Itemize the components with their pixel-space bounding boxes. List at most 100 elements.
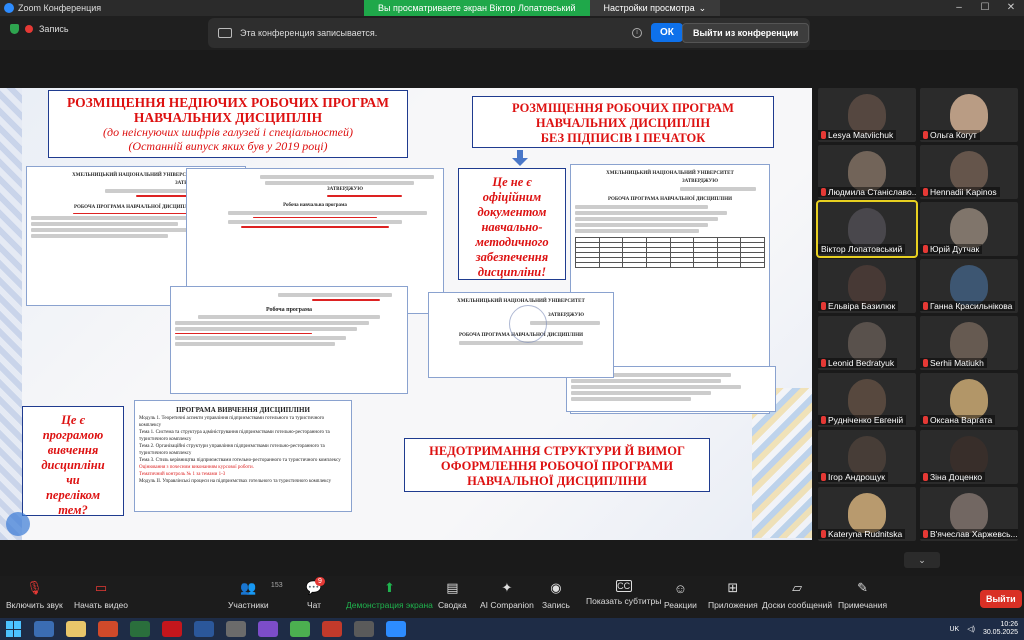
volume-icon[interactable]: ◁) (967, 625, 975, 633)
callout-3-line: документом (477, 205, 547, 219)
doc-program-item: Оцінювання з почесним виконанням курсово… (139, 465, 254, 470)
microphone-muted-icon (923, 416, 928, 424)
accessibility-icon[interactable] (6, 512, 30, 536)
window-controls: – ☐ ✕ (946, 0, 1024, 16)
exit-button[interactable]: Выйти (980, 590, 1022, 608)
doc-program-item: Тематичний контроль № 1 за темами 1-3 (139, 472, 226, 477)
participant-tile[interactable]: Ельвіра Базилюк (818, 259, 916, 313)
subtitles-button[interactable]: CC Показать субтитры (586, 580, 661, 606)
windows-start-icon[interactable] (6, 621, 22, 637)
participant-video (848, 322, 886, 362)
participants-label: Участники (228, 600, 269, 610)
participant-name: Leonid Bedratyuk (818, 358, 898, 368)
info-icon[interactable]: i (632, 28, 642, 38)
participant-tile[interactable]: Lesya Matviichuk (818, 88, 916, 142)
doc-underline (327, 195, 402, 197)
participant-tile[interactable]: Юрій Дутчак (920, 202, 1018, 256)
notes-label: Примечания (838, 600, 888, 610)
participant-video (950, 208, 988, 248)
subtitles-label: Показать субтитры (586, 596, 662, 606)
doc-line (575, 223, 708, 227)
view-settings-button[interactable]: Настройки просмотра ⌄ (589, 0, 721, 16)
apps-label: Приложения (708, 600, 758, 610)
callout-2-line-3: БЕЗ ПІДПИСІВ І ПЕЧАТОК (540, 131, 706, 145)
whiteboards-button[interactable]: ▱ Доски сообщений (762, 580, 832, 610)
ie-icon[interactable] (34, 621, 54, 637)
participant-name-text: Serhii Matiukh (930, 358, 984, 368)
doc-underline (240, 226, 390, 228)
callout-box-1: РОЗМІЩЕННЯ НЕДІЮЧИХ РОБОЧИХ ПРОГРАМ НАВЧ… (48, 90, 408, 158)
chrome-icon[interactable] (290, 621, 310, 637)
app-icon[interactable] (226, 621, 246, 637)
folder-icon[interactable] (66, 621, 86, 637)
chat-button[interactable]: 💬 9 Чат (306, 577, 325, 610)
apps-button[interactable]: ⊞ Приложения (708, 580, 758, 610)
doc-line (31, 234, 168, 238)
gallery-next-icon[interactable]: ⌄ (904, 552, 940, 568)
participant-name-text: Оксана Варгата (930, 415, 993, 425)
participant-tile[interactable]: Віктор Лопатовський (816, 200, 918, 258)
share-screen-icon: ⬆ (383, 580, 395, 595)
callout-1-line-2: НАВЧАЛЬНИХ ДИСЦИПЛІН (133, 110, 323, 125)
leave-meeting-button[interactable]: Выйти из конференции (682, 23, 810, 43)
participant-tile[interactable]: Hennadii Kapinos (920, 145, 1018, 199)
notes-button[interactable]: ✎ Примечания (838, 580, 887, 610)
app-red-icon[interactable] (322, 621, 342, 637)
callout-1-line-3: (до неіснуючих шифрів галузей і спеціаль… (103, 125, 353, 139)
minimize-icon[interactable]: – (946, 0, 972, 16)
close-icon[interactable]: ✕ (998, 0, 1024, 16)
participant-tile[interactable]: Людмила Станіславо... (818, 145, 916, 199)
unmute-button[interactable]: 🎙 Включить звук (6, 580, 63, 610)
doc-line (31, 222, 178, 226)
callout-3-line: дисципліни! (477, 265, 547, 279)
doc-line (575, 205, 708, 209)
record-button[interactable]: ◉ Запись (542, 580, 570, 610)
participant-video (848, 379, 886, 419)
microphone-muted-icon (821, 188, 826, 196)
participant-tile[interactable]: Оксана Варгата (920, 373, 1018, 427)
reactions-button[interactable]: ☺ Реакции (664, 580, 697, 611)
record-dot-icon (25, 25, 33, 33)
ai-companion-button[interactable]: ✦ AI Companion (480, 580, 534, 610)
summary-button[interactable]: ▤ Сводка (438, 580, 467, 610)
maximize-icon[interactable]: ☐ (972, 0, 998, 16)
clock[interactable]: 10:26 30.05.2025 (983, 621, 1018, 637)
share-screen-button[interactable]: ⬆ Демонстрация экрана (346, 580, 433, 610)
doc-line (265, 181, 415, 185)
participant-tile[interactable]: Ольга Когут (920, 88, 1018, 142)
participants-button[interactable]: 👥 153 Участники (228, 580, 283, 610)
participant-tile[interactable]: Рудніченко Евгеній (818, 373, 916, 427)
participant-tile[interactable]: Зіна Доценко (920, 430, 1018, 484)
participant-gallery: Lesya Matviichuk Ольга Когут Людмила Стані… (816, 88, 1024, 548)
participant-video (848, 151, 886, 191)
microphone-muted-icon (923, 245, 928, 253)
language-indicator[interactable]: UK (950, 626, 960, 633)
notes-icon: ✎ (857, 580, 868, 595)
participant-tile[interactable]: В'ячеслав Харжевсь... (920, 487, 1018, 541)
participant-tile[interactable]: Ганна Красильнікова (920, 259, 1018, 313)
chat-badge: 9 (315, 577, 325, 586)
doc-line (575, 229, 699, 233)
app-gray-icon[interactable] (354, 621, 374, 637)
participants-count: 153 (270, 582, 283, 589)
powerpoint-icon[interactable] (98, 621, 118, 637)
participant-tile[interactable]: Ігор Андрощук (818, 430, 916, 484)
ok-button[interactable]: ОК (651, 23, 683, 42)
word-icon[interactable] (130, 621, 150, 637)
start-video-button[interactable]: ▭ Начать видео (74, 580, 128, 610)
participant-tile[interactable]: Kateryna Rudnitska (818, 487, 916, 541)
viber-icon[interactable] (258, 621, 278, 637)
participant-tile[interactable]: Leonid Bedratyuk (818, 316, 916, 370)
arrow-down-icon (512, 150, 528, 166)
acrobat-icon[interactable] (162, 621, 182, 637)
microphone-muted-icon: 🎙 (26, 580, 43, 595)
doc-line (571, 379, 721, 383)
callout-5-line-2: ОФОРМЛЕННЯ РОБОЧОЇ ПРОГРАМИ (440, 459, 674, 473)
shield-icon[interactable] (10, 24, 19, 34)
zoom-taskbar-icon[interactable] (386, 621, 406, 637)
participant-video (950, 94, 988, 134)
participant-video (950, 151, 988, 191)
slide-decoration-left (0, 88, 22, 540)
participant-tile[interactable]: Serhii Matiukh (920, 316, 1018, 370)
word-doc-icon[interactable] (194, 621, 214, 637)
